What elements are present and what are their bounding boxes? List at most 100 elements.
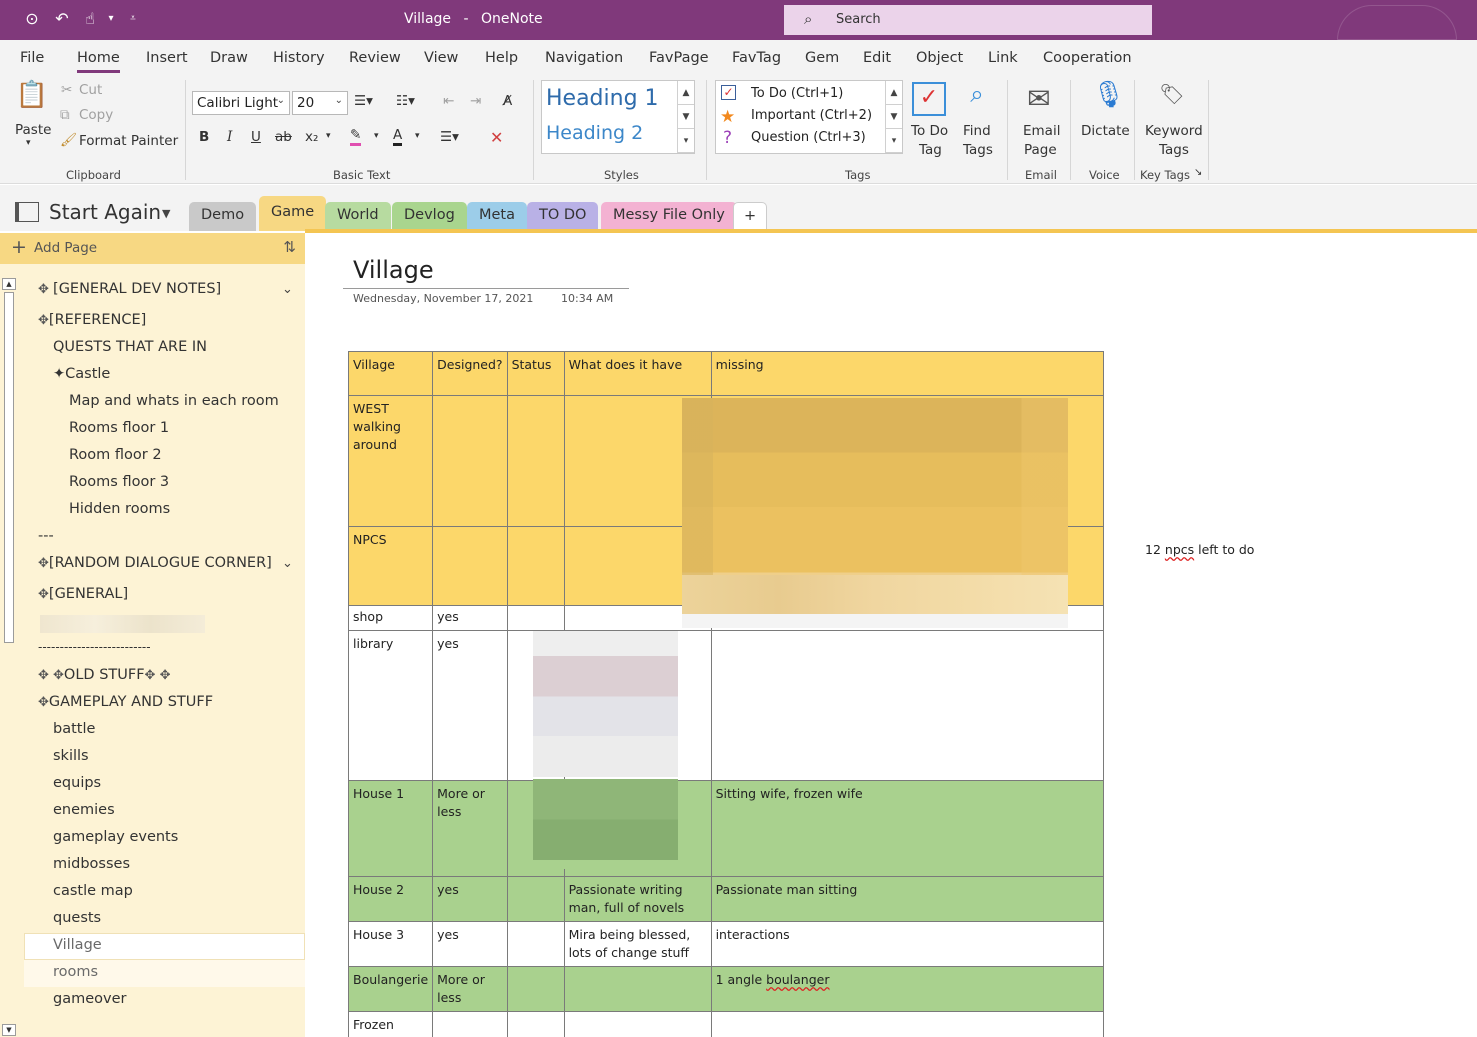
cell[interactable]: NPCS: [347, 526, 434, 606]
cell[interactable]: [506, 526, 565, 606]
microphone-icon[interactable]: 🎙: [1092, 80, 1125, 116]
styles-gallery[interactable]: Heading 1 Heading 2 ▲ ▼ ▾: [541, 80, 695, 154]
tags-gallery[interactable]: ✓ To Do (Ctrl+1) ★ Important (Ctrl+2) ? …: [715, 80, 903, 154]
touch-mode-icon[interactable]: ☝: [79, 8, 101, 30]
notebook-name[interactable]: Start Again: [49, 200, 161, 224]
font-size-select[interactable]: 20 ⌄: [292, 91, 348, 115]
paste-dropdown-icon[interactable]: ▾: [26, 138, 31, 148]
cell[interactable]: [506, 966, 565, 1012]
more-icon[interactable]: ▾: [886, 129, 902, 153]
section-tab-world[interactable]: World: [325, 202, 391, 231]
cell[interactable]: [563, 1011, 712, 1037]
chevron-down-icon[interactable]: ▾: [326, 131, 331, 141]
cell[interactable]: yes: [432, 921, 508, 967]
cell[interactable]: [432, 395, 508, 527]
font-name-select[interactable]: Calibri Light ⌄: [192, 91, 290, 115]
align-icon[interactable]: ☰▾: [440, 129, 459, 145]
page-item[interactable]: ✥ ✥OLD STUFF✥ ✥: [38, 667, 170, 683]
page-item-selected[interactable]: Village: [53, 937, 102, 953]
section-tab-game[interactable]: Game: [259, 196, 327, 231]
italic-button[interactable]: I: [227, 129, 232, 145]
cell[interactable]: Boulangerie: [347, 966, 434, 1012]
tab-cooperation[interactable]: Cooperation: [1043, 50, 1132, 66]
cell[interactable]: More or less: [432, 966, 508, 1012]
header-status[interactable]: Status: [506, 351, 565, 396]
cell[interactable]: More or less: [432, 780, 508, 877]
header-has[interactable]: What does it have: [563, 351, 712, 396]
cell[interactable]: [432, 526, 508, 606]
cell[interactable]: [506, 605, 565, 631]
chevron-down-icon[interactable]: ▾: [374, 131, 379, 141]
tab-history[interactable]: History: [273, 50, 325, 66]
cell[interactable]: Passionate writing man, full of novels: [563, 876, 712, 922]
keyword-tags-label-1[interactable]: Keyword: [1145, 123, 1203, 139]
cell[interactable]: House 2: [347, 876, 434, 922]
tab-object[interactable]: Object: [916, 50, 963, 66]
page-item[interactable]: gameplay events: [53, 829, 178, 845]
page-item[interactable]: --------------------------: [38, 640, 151, 654]
paste-button[interactable]: Paste: [15, 122, 51, 138]
page-item[interactable]: quests: [53, 910, 101, 926]
keyword-tags-icon[interactable]: 🏷: [1156, 82, 1188, 114]
bullets-icon[interactable]: ☰▾: [354, 93, 373, 109]
scroll-down-icon[interactable]: ▼: [678, 105, 694, 129]
collapse-icon[interactable]: ⌄: [282, 556, 293, 571]
cell[interactable]: interactions: [710, 921, 1104, 967]
cell[interactable]: library: [347, 630, 434, 781]
numbering-icon[interactable]: ☷▾: [396, 93, 415, 109]
tab-navigation[interactable]: Navigation: [545, 50, 623, 66]
dialog-launcher-icon[interactable]: ↘: [1194, 167, 1202, 178]
cell[interactable]: Passionate man sitting: [710, 876, 1104, 922]
sort-icon[interactable]: ⇅: [283, 238, 296, 256]
keyword-tags-label-2[interactable]: Tags: [1159, 142, 1189, 158]
cell[interactable]: Sitting wife, frozen wife: [710, 780, 1104, 877]
page-item[interactable]: ✥GAMEPLAY AND STUFF: [38, 694, 213, 710]
scroll-up-icon[interactable]: ▲: [2, 278, 16, 290]
indent-icon[interactable]: ⇥: [470, 93, 481, 109]
cell[interactable]: [506, 876, 565, 922]
underline-button[interactable]: U: [251, 129, 261, 145]
tag-important[interactable]: Important (Ctrl+2): [751, 108, 872, 123]
bold-button[interactable]: B: [199, 129, 209, 145]
cell[interactable]: yes: [432, 876, 508, 922]
font-color-icon[interactable]: A: [393, 127, 403, 146]
page-item[interactable]: Rooms floor 1: [69, 420, 169, 436]
cell[interactable]: [506, 921, 565, 967]
page-item[interactable]: Hidden rooms: [69, 501, 170, 517]
page-item[interactable]: Map and whats in each room: [69, 393, 279, 409]
collapse-icon[interactable]: ⌄: [282, 282, 293, 297]
scroll-down-icon[interactable]: ▼: [886, 105, 902, 129]
undo-icon[interactable]: ↶: [51, 8, 73, 30]
delete-icon[interactable]: ✕: [490, 128, 503, 147]
page-item[interactable]: ---: [38, 528, 54, 544]
tag-todo[interactable]: To Do (Ctrl+1): [751, 86, 843, 101]
tab-home[interactable]: Home: [77, 50, 120, 73]
page-item[interactable]: QUESTS THAT ARE IN: [53, 339, 207, 355]
page-item[interactable]: midbosses: [53, 856, 130, 872]
chevron-down-icon[interactable]: ▾: [415, 131, 420, 141]
subscript-button[interactable]: x₂: [305, 129, 318, 145]
cell[interactable]: WEST walking around: [347, 395, 434, 527]
scroll-thumb[interactable]: [4, 292, 14, 643]
tab-favtag[interactable]: FavTag: [732, 50, 781, 66]
clear-formatting-icon[interactable]: A̸: [503, 93, 512, 109]
find-tags-icon[interactable]: ⌕: [960, 80, 994, 116]
page-item[interactable]: ✥[RANDOM DIALOGUE CORNER]: [38, 555, 272, 571]
add-section-button[interactable]: +: [733, 202, 768, 231]
back-icon[interactable]: ⊙: [21, 8, 43, 30]
section-tab-demo[interactable]: Demo: [189, 202, 257, 231]
cell[interactable]: House 1: [347, 780, 434, 877]
page-title[interactable]: Village: [353, 256, 434, 284]
find-tags-label-1[interactable]: Find: [963, 123, 991, 139]
heading2-style[interactable]: Heading 2: [546, 122, 643, 144]
page-item[interactable]: Room floor 2: [69, 447, 162, 463]
tab-file[interactable]: File: [20, 50, 44, 66]
add-page-button[interactable]: + Add Page ⇅: [0, 233, 305, 264]
page-item[interactable]: ✥[REFERENCE]: [38, 312, 146, 328]
page-item[interactable]: gameover: [53, 991, 126, 1007]
customize-toolbar-icon[interactable]: ⩡: [122, 8, 144, 30]
tab-review[interactable]: Review: [349, 50, 401, 66]
dictate-button[interactable]: Dictate: [1081, 123, 1130, 139]
cell[interactable]: [506, 395, 565, 527]
section-tab-meta[interactable]: Meta: [467, 202, 528, 231]
